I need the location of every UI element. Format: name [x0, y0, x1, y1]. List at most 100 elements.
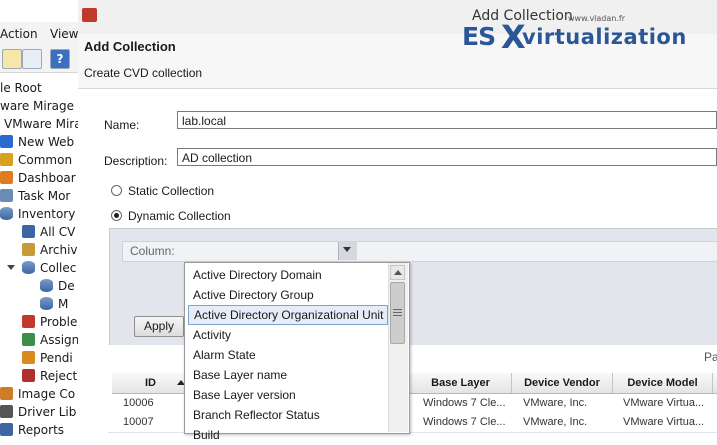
- tree-item-label: Archiv: [40, 243, 78, 257]
- tree-item[interactable]: De: [40, 277, 75, 295]
- description-input[interactable]: AD collection: [177, 148, 717, 166]
- archive-icon: [22, 243, 35, 256]
- table-cell: Windows 7 Cle...: [423, 416, 506, 428]
- column-header-base-layer-label: Base Layer: [431, 377, 490, 389]
- column-header-id-label: ID: [145, 377, 156, 389]
- all-cvds-icon: [22, 225, 35, 238]
- tree-item[interactable]: Driver Lib: [0, 403, 76, 421]
- tree-item-label: Task Mor: [18, 189, 71, 203]
- tree-item[interactable]: Reject: [22, 367, 77, 385]
- dynamic-collection-label[interactable]: Dynamic Collection: [128, 209, 231, 223]
- tree-item-label: Proble: [40, 315, 78, 329]
- tree-item[interactable]: le Root: [0, 79, 42, 97]
- tree-item-label: Pendi: [40, 351, 73, 365]
- tree-item-label: VMware Mira: [4, 117, 82, 131]
- column-option[interactable]: Active Directory Group: [188, 285, 386, 305]
- pager-label: Pa: [704, 350, 717, 364]
- pending-icon: [22, 351, 35, 364]
- column-header-device-vendor-label: Device Vendor: [524, 377, 600, 389]
- column-option[interactable]: Base Layer version: [188, 385, 386, 405]
- static-collection-radio[interactable]: [111, 185, 122, 196]
- tree-item-label: Image Co: [18, 387, 76, 401]
- tree-item[interactable]: New Web: [0, 133, 74, 151]
- tree-item[interactable]: Proble: [22, 313, 77, 331]
- table-cell: VMware Virtua...: [623, 397, 705, 409]
- column-option[interactable]: Active Directory Organizational Unit: [188, 305, 388, 325]
- driver-library-icon: [0, 405, 13, 418]
- tree-item-label: New Web: [18, 135, 75, 149]
- column-option[interactable]: Activity: [188, 325, 386, 345]
- static-collection-label[interactable]: Static Collection: [128, 184, 214, 198]
- tree-item[interactable]: Common: [0, 151, 72, 169]
- collapse-icon[interactable]: [7, 265, 15, 270]
- column-label: Column:: [130, 244, 175, 258]
- tree-item-label: Collec: [40, 261, 77, 275]
- chevron-down-icon: [343, 247, 351, 252]
- column-header-device-vendor[interactable]: Device Vendor: [512, 373, 613, 393]
- tree-item[interactable]: Reports: [0, 421, 64, 439]
- dynamic-collection-radio[interactable]: [111, 210, 122, 221]
- column-option[interactable]: Alarm State: [188, 345, 386, 365]
- tree-item[interactable]: All CV: [22, 223, 75, 241]
- tree-item[interactable]: Image Co: [0, 385, 75, 403]
- menu-view[interactable]: View: [50, 27, 78, 41]
- tree-item-label: Common: [18, 153, 73, 167]
- tree-item-label: ware Mirage: [0, 99, 75, 113]
- tree-item-label: Driver Lib: [18, 405, 77, 419]
- grip-icon: [393, 309, 402, 316]
- scroll-up-icon[interactable]: [390, 265, 405, 280]
- dialog-heading: Add Collection: [84, 39, 176, 54]
- table-cell: 10007: [123, 416, 154, 428]
- tree-item-label: M: [58, 297, 69, 311]
- tree-item[interactable]: ware Mirage: [0, 97, 74, 115]
- tree-item-label: Reports: [18, 423, 65, 437]
- database-icon: [40, 297, 53, 310]
- assign-icon: [22, 333, 35, 346]
- column-option[interactable]: Base Layer name: [188, 365, 386, 385]
- wand-icon: [0, 153, 13, 166]
- problem-icon: [22, 315, 35, 328]
- table-cell: Windows 7 Cle...: [423, 397, 506, 409]
- menu-action[interactable]: Action: [0, 27, 38, 41]
- column-selector[interactable]: [122, 241, 717, 262]
- app-window-icon: [82, 8, 97, 22]
- tree-item[interactable]: Pendi: [22, 349, 73, 367]
- apply-button[interactable]: Apply: [134, 316, 184, 337]
- tree-item[interactable]: VMware Mira: [4, 115, 82, 133]
- tree-item-label: All CV: [40, 225, 76, 239]
- up-folder-icon[interactable]: [2, 49, 22, 69]
- tree-item-label: Dashboar: [18, 171, 76, 185]
- column-option[interactable]: Branch Reflector Status: [188, 405, 386, 425]
- watermark-es: ES: [462, 22, 496, 51]
- tree-item[interactable]: Inventory: [0, 205, 75, 223]
- name-label: Name:: [104, 118, 140, 132]
- tree-item[interactable]: Collec: [22, 259, 76, 277]
- database-icon: [0, 207, 13, 220]
- database-icon: [22, 261, 35, 274]
- reject-icon: [22, 369, 35, 382]
- web-console-icon: [0, 135, 13, 148]
- tree-item[interactable]: Task Mor: [0, 187, 70, 205]
- column-option[interactable]: Active Directory Domain: [188, 265, 386, 285]
- tree-item[interactable]: Assign: [22, 331, 79, 349]
- tree-item-label: Inventory: [18, 207, 76, 221]
- column-header-base-layer[interactable]: Base Layer: [410, 373, 512, 393]
- tree-item[interactable]: Dashboar: [0, 169, 76, 187]
- column-header-device-model[interactable]: Device Model: [613, 373, 713, 393]
- table-cell: 10006: [123, 397, 154, 409]
- table-cell: VMware, Inc.: [523, 416, 588, 428]
- tree-item-label: le Root: [0, 81, 42, 95]
- description-label: Description:: [104, 154, 168, 168]
- column-option[interactable]: Build: [188, 425, 386, 445]
- reports-icon: [0, 423, 13, 436]
- dialog-subheading: Create CVD collection: [84, 66, 203, 80]
- watermark-rest: virtualization: [522, 25, 687, 49]
- table-cell: VMware Virtua...: [623, 416, 705, 428]
- watermark-site: www.vladan.fr: [568, 14, 625, 23]
- database-icon: [40, 279, 53, 292]
- show-hide-tree-icon[interactable]: [22, 49, 42, 69]
- name-input[interactable]: lab.local: [177, 111, 717, 129]
- tree-item[interactable]: Archiv: [22, 241, 78, 259]
- help-icon[interactable]: ?: [50, 49, 70, 69]
- tree-item[interactable]: M: [40, 295, 68, 313]
